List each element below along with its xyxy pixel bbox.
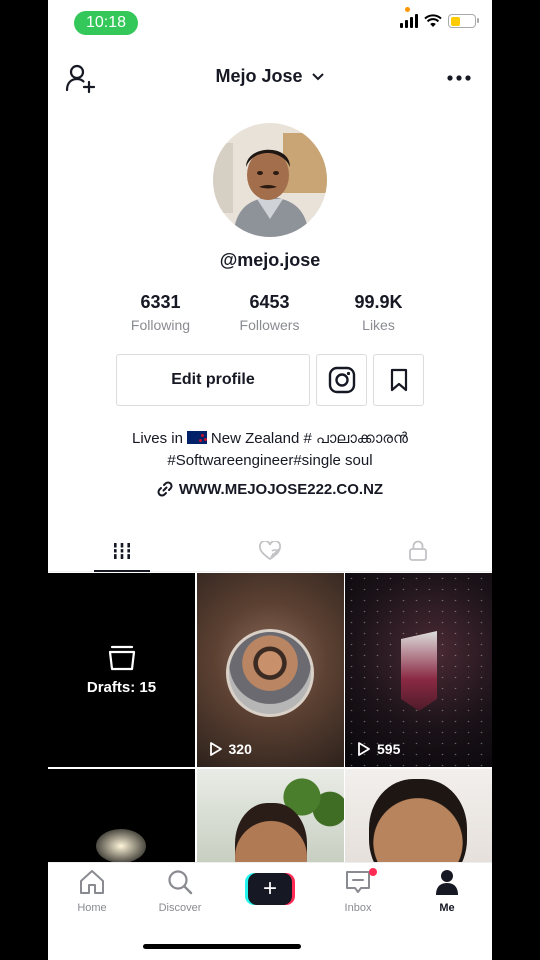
profile-website-link[interactable]: WWW.MEJOJOSE222.CO.NZ <box>48 481 492 498</box>
stat-followers[interactable]: 6453 Followers <box>215 292 324 333</box>
instagram-button[interactable] <box>316 354 367 406</box>
profile-stats: 6331 Following 6453 Followers 99.9K Like… <box>106 292 434 333</box>
play-icon <box>209 742 222 756</box>
stat-likes[interactable]: 99.9K Likes <box>324 292 433 333</box>
search-icon <box>168 870 193 895</box>
website-text: WWW.MEJOJOSE222.CO.NZ <box>178 481 384 498</box>
likes-label: Likes <box>362 317 395 333</box>
play-count: 320 <box>209 741 252 757</box>
video-thumbnail-image <box>96 828 146 863</box>
profile-bio: Lives in New Zealand # പാലാക്കാരൻ #Softwa… <box>48 428 492 472</box>
status-bar: 10:18 <box>48 7 492 36</box>
profile-actions: Edit profile <box>116 354 424 406</box>
followers-count: 6453 <box>249 292 290 312</box>
phone-screen: 10:18 Mejo Jose @mejo.jose 6331 Followin… <box>48 0 492 960</box>
plus-icon: + <box>248 873 292 905</box>
nav-inbox-label: Inbox <box>344 902 372 914</box>
inbox-notification-dot <box>369 868 377 876</box>
drafts-count: Drafts: 15 <box>86 678 157 696</box>
profile-header: Mejo Jose <box>48 58 492 98</box>
followers-label: Followers <box>239 317 300 333</box>
tab-videos[interactable] <box>48 530 196 572</box>
lock-icon <box>409 540 427 561</box>
nav-home[interactable]: Home <box>57 869 127 914</box>
play-count-value: 595 <box>377 741 401 757</box>
profile-person-icon <box>436 870 458 895</box>
grid-icon <box>112 542 132 559</box>
video-thumbnail-image <box>401 631 437 711</box>
bio-line-1-post: New Zealand # പാലാക്കാരൻ <box>210 430 408 447</box>
stat-following[interactable]: 6331 Following <box>106 292 215 333</box>
profile-handle: @mejo.jose <box>219 250 321 270</box>
cellular-signal-icon <box>400 14 418 28</box>
privacy-indicator-dot <box>405 7 410 12</box>
video-thumbnail-image <box>225 629 314 717</box>
nav-me[interactable]: Me <box>412 869 482 914</box>
chevron-down-icon <box>311 73 324 81</box>
nav-home-label: Home <box>77 902 107 914</box>
bio-line-2: #Softwareengineer#single soul <box>167 452 373 469</box>
drafts-folder-icon <box>108 645 135 670</box>
nav-me-label: Me <box>439 902 455 914</box>
play-icon <box>358 742 370 756</box>
inbox-icon <box>346 871 370 893</box>
tab-private[interactable] <box>344 530 492 571</box>
bio-line-1-pre: Lives in <box>132 430 183 447</box>
likes-count: 99.9K <box>354 292 403 312</box>
drafts-tile[interactable]: Drafts: 15 <box>48 573 195 767</box>
following-count: 6331 <box>140 292 181 312</box>
new-zealand-flag-icon <box>186 431 207 444</box>
link-icon <box>157 481 173 497</box>
play-count: 595 <box>357 741 400 757</box>
nav-inbox[interactable]: Inbox <box>323 868 393 914</box>
create-video-button[interactable]: + <box>245 873 295 905</box>
nav-discover-label: Discover <box>158 902 202 914</box>
video-thumbnail[interactable]: 595 <box>345 573 492 767</box>
bookmark-icon <box>390 368 407 392</box>
play-count-value: 320 <box>228 741 252 757</box>
tab-liked[interactable] <box>196 530 344 571</box>
battery-icon <box>448 14 479 28</box>
account-switcher[interactable]: Mejo Jose <box>48 66 492 87</box>
following-label: Following <box>130 317 191 333</box>
favorites-button[interactable] <box>373 354 424 406</box>
home-icon <box>80 870 104 894</box>
wifi-icon <box>424 14 442 27</box>
profile-avatar[interactable] <box>213 123 327 237</box>
profile-tabs <box>48 530 492 572</box>
avatar-photo <box>213 123 327 237</box>
video-thumbnail[interactable]: 320 <box>196 573 344 767</box>
bio-line-1: Lives in New Zealand # പാലാക്കാരൻ <box>48 428 492 450</box>
status-time: 10:18 <box>74 11 138 35</box>
more-options-icon[interactable] <box>446 66 472 90</box>
home-indicator[interactable] <box>143 944 301 949</box>
edit-profile-button[interactable]: Edit profile <box>116 354 310 406</box>
instagram-icon <box>328 366 355 394</box>
nav-discover[interactable]: Discover <box>145 869 215 914</box>
liked-heart-hidden-icon <box>259 540 281 560</box>
username-title: Mejo Jose <box>215 66 303 86</box>
